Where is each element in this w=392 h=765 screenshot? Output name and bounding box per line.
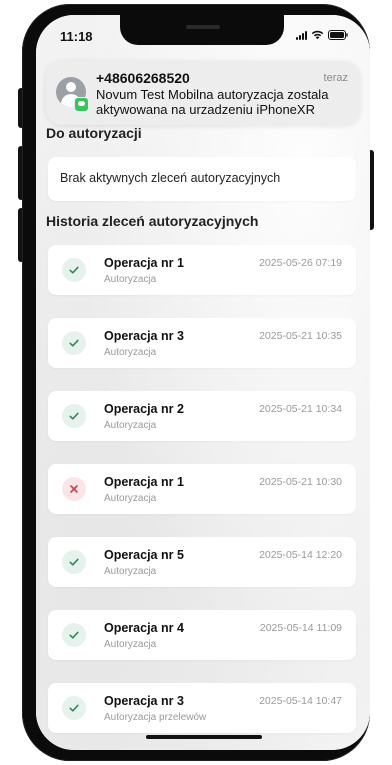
history-item-subtitle: Autoryzacja przelewów xyxy=(104,712,207,723)
history-item-title: Operacja nr 1 xyxy=(104,475,184,489)
history-item-title: Operacja nr 5 xyxy=(104,548,184,562)
history-item-title: Operacja nr 1 xyxy=(104,256,184,270)
check-icon xyxy=(62,623,86,647)
history-item-subtitle: Autoryzacja xyxy=(104,493,157,504)
home-indicator[interactable] xyxy=(146,735,262,739)
history-item-title: Operacja nr 2 xyxy=(104,402,184,416)
notification-message: Novum Test Mobilna autoryzacja zostala a… xyxy=(96,87,329,117)
history-item[interactable]: Operacja nr 2 Autoryzacja 2025-05-21 10:34 xyxy=(48,391,356,441)
history-item[interactable]: Operacja nr 4 Autoryzacja 2025-05-14 11:09 xyxy=(48,610,356,660)
cross-icon xyxy=(62,477,86,501)
check-icon xyxy=(62,258,86,282)
history-item-subtitle: Autoryzacja xyxy=(104,420,157,431)
wifi-icon xyxy=(311,30,324,40)
history-item[interactable]: Operacja nr 3 Autoryzacja 2025-05-21 10:35 xyxy=(48,318,356,368)
speaker-grille xyxy=(186,25,220,29)
messages-app-icon xyxy=(74,97,89,112)
phone-screen: 11:18 Do autoryzacji Brak aktywnych zlec… xyxy=(36,15,370,750)
history-item[interactable]: Operacja nr 5 Autoryzacja 2025-05-14 12:20 xyxy=(48,537,356,587)
history-item[interactable]: Operacja nr 1 Autoryzacja 2025-05-26 07:19 xyxy=(48,245,356,295)
check-icon xyxy=(62,550,86,574)
history-item-subtitle: Autoryzacja xyxy=(104,347,157,358)
history-item-title: Operacja nr 3 xyxy=(104,329,184,343)
notification-banner[interactable]: +48606268520 teraz Novum Test Mobilna au… xyxy=(46,61,360,125)
pending-section-title: Do autoryzacji xyxy=(46,125,142,141)
status-icons xyxy=(296,30,348,40)
notch xyxy=(120,15,284,45)
history-item-subtitle: Autoryzacja xyxy=(104,274,157,285)
check-icon xyxy=(62,696,86,720)
signal-icon xyxy=(296,30,307,40)
history-item-date: 2025-05-26 07:19 xyxy=(259,257,342,269)
pending-empty-text: Brak aktywnych zleceń autoryzacyjnych xyxy=(60,171,281,185)
history-item-subtitle: Autoryzacja xyxy=(104,639,157,650)
notification-time: teraz xyxy=(323,72,348,84)
history-item-date: 2025-05-14 11:09 xyxy=(259,622,342,634)
history-item-title: Operacja nr 3 xyxy=(104,694,184,708)
history-item-date: 2025-05-21 10:30 xyxy=(259,476,342,488)
history-section-title: Historia zleceń autoryzacyjnych xyxy=(46,213,259,229)
history-item-date: 2025-05-21 10:35 xyxy=(259,330,342,342)
battery-icon xyxy=(328,30,348,40)
check-icon xyxy=(62,331,86,355)
history-item-title: Operacja nr 4 xyxy=(104,621,184,635)
history-item-date: 2025-05-14 10:47 xyxy=(259,695,342,707)
history-item[interactable]: Operacja nr 1 Autoryzacja 2025-05-21 10:30 xyxy=(48,464,356,514)
history-item-date: 2025-05-21 10:34 xyxy=(259,403,342,415)
history-item-date: 2025-05-14 12:20 xyxy=(259,549,342,561)
history-item-subtitle: Autoryzacja xyxy=(104,566,157,577)
history-item[interactable]: Operacja nr 3 Autoryzacja przelewów 2025-0… xyxy=(48,683,356,733)
notification-sender: +48606268520 xyxy=(96,70,190,86)
check-icon xyxy=(62,404,86,428)
pending-empty-card: Brak aktywnych zleceń autoryzacyjnych xyxy=(48,157,356,201)
status-time: 11:18 xyxy=(60,29,93,44)
